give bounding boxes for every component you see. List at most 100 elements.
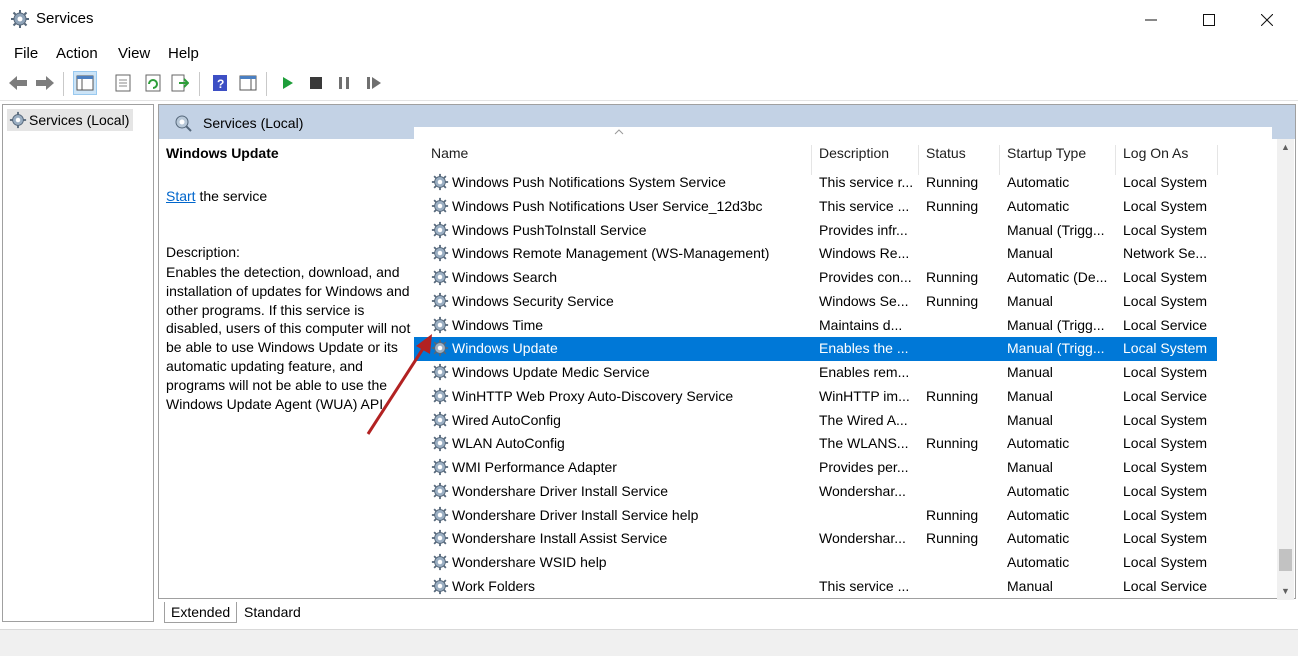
cell-name: Windows PushToInstall Service (452, 221, 647, 238)
menu-bar: File Action View Help (0, 41, 1298, 65)
table-row[interactable]: WMI Performance Adapter Provides per... Ma… (414, 456, 1217, 480)
cell-logon: Network Se... (1123, 245, 1208, 262)
minimize-button[interactable] (1122, 0, 1180, 40)
pause-service-button[interactable] (332, 71, 356, 95)
table-row[interactable]: Wired AutoConfig The Wired A... Manual Loca… (414, 409, 1217, 433)
stop-service-icon (310, 77, 322, 89)
column-log-on-as[interactable]: Log On As (1123, 145, 1188, 161)
toolbar: ? (0, 68, 1298, 101)
description-label: Description: (166, 244, 240, 260)
back-button[interactable] (6, 71, 30, 95)
column-separator (1217, 145, 1218, 175)
tree-node-services-local[interactable]: Services (Local) (7, 109, 134, 131)
cell-logon: Local System (1123, 197, 1208, 214)
export-list-button[interactable] (168, 71, 192, 95)
restart-service-button[interactable] (362, 71, 386, 95)
cell-status: Running (926, 197, 979, 214)
table-row[interactable]: WinHTTP Web Proxy Auto-Discovery Service… (414, 385, 1217, 409)
column-name[interactable]: Name (431, 145, 468, 161)
properties-icon (115, 74, 131, 92)
column-startup-type[interactable]: Startup Type (1007, 145, 1086, 161)
cell-logon: Local System (1123, 269, 1208, 285)
table-row[interactable]: Wondershare Install Assist Service Wonder… (414, 527, 1217, 551)
cell-status: Running (926, 530, 979, 547)
start-service-icon (283, 77, 293, 89)
scroll-down-icon[interactable]: ▼ (1277, 583, 1294, 600)
table-row[interactable]: Wondershare Driver Install Service help R… (414, 504, 1217, 528)
cell-status: Running (926, 387, 979, 404)
properties-button[interactable] (111, 71, 135, 95)
refresh-button[interactable] (141, 71, 165, 95)
main-header-title: Services (Local) (203, 115, 304, 131)
service-gear-icon (431, 292, 449, 309)
search-services-icon (175, 115, 192, 132)
table-row[interactable]: Work Folders This service ... Manual Local … (414, 575, 1217, 599)
cell-description: This service ... (819, 197, 910, 214)
selected-service-name: Windows Update (166, 145, 279, 161)
cell-startup: Manual (1007, 459, 1053, 475)
menu-file[interactable]: File (14, 45, 38, 62)
console-tree: Services (Local) (2, 104, 154, 622)
table-row[interactable]: Windows Update Enables the ... Manual (Tri… (414, 337, 1217, 361)
menu-help[interactable]: Help (168, 45, 199, 62)
table-row[interactable]: Windows Search Provides con... Running Auto… (414, 266, 1217, 290)
menu-view[interactable]: View (118, 45, 150, 62)
cell-status: Running (926, 292, 979, 309)
toolbar-separator (199, 72, 200, 96)
cell-logon: Local Service (1123, 316, 1208, 333)
status-bar (0, 629, 1298, 656)
vertical-scrollbar[interactable]: ▲ ▼ (1277, 139, 1294, 600)
table-row[interactable]: Wondershare WSID help Automatic Local Syst… (414, 551, 1217, 575)
column-description[interactable]: Description (819, 145, 889, 161)
cell-description: Maintains d... (819, 316, 903, 333)
table-row[interactable]: Windows Push Notifications User Service_… (414, 195, 1217, 219)
table-row[interactable]: Windows Update Medic Service Enables rem.… (414, 361, 1217, 385)
cell-name: Wired AutoConfig (452, 411, 561, 428)
cell-logon: Local System (1123, 435, 1208, 452)
table-row[interactable]: Windows PushToInstall Service Provides in… (414, 219, 1217, 243)
column-status[interactable]: Status (926, 145, 966, 161)
toolbar-separator (266, 72, 267, 96)
minimize-icon (1145, 19, 1157, 21)
restart-service-icon (367, 77, 381, 89)
cell-description: Wondershar... (819, 482, 906, 499)
stop-service-button[interactable] (304, 71, 328, 95)
cell-logon: Local System (1123, 482, 1208, 499)
start-service-button[interactable] (276, 71, 300, 95)
close-button[interactable] (1238, 0, 1296, 40)
table-row[interactable]: Windows Remote Management (WS-Management… (414, 242, 1217, 266)
main-pane: Services (Local) Windows Update Start th… (158, 104, 1296, 600)
cell-name: Windows Update (452, 340, 558, 357)
service-detail-pane: Windows Update Start the service Descrip… (166, 145, 416, 412)
help-button[interactable]: ? (208, 71, 232, 95)
table-row[interactable]: Wondershare Driver Install Service Wonder… (414, 480, 1217, 504)
scroll-thumb[interactable] (1279, 549, 1292, 571)
tab-standard[interactable]: Standard (238, 602, 307, 622)
cell-description: This service r... (819, 174, 914, 190)
table-row[interactable]: Windows Time Maintains d... Manual (Trigg.… (414, 314, 1217, 338)
show-hide-console-tree-button[interactable] (73, 71, 97, 95)
service-gear-icon (431, 245, 449, 262)
show-hide-action-pane-button[interactable] (236, 71, 260, 95)
show-hide-console-tree-icon (76, 75, 94, 91)
tree-node-label: Services (Local) (29, 112, 130, 128)
cell-name: Windows Search (452, 269, 558, 285)
cell-description: Windows Se... (819, 292, 909, 309)
cell-name: Work Folders (452, 577, 535, 594)
menu-action[interactable]: Action (56, 45, 98, 62)
service-gear-icon (431, 197, 449, 214)
maximize-button[interactable] (1180, 0, 1238, 40)
forward-button[interactable] (33, 71, 57, 95)
show-hide-action-pane-icon (239, 75, 257, 91)
service-gear-icon (431, 173, 449, 191)
tab-extended[interactable]: Extended (164, 602, 238, 623)
table-row[interactable]: Windows Security Service Windows Se... Run… (414, 290, 1217, 314)
cell-startup: Automatic (1007, 530, 1070, 547)
start-service-link[interactable]: Start (166, 188, 196, 204)
cell-startup: Automatic (1007, 174, 1070, 190)
table-row[interactable]: Windows Push Notifications System Servic… (414, 171, 1217, 195)
table-row[interactable]: WLAN AutoConfig The WLANS... Running Automa… (414, 432, 1217, 456)
cell-name: WLAN AutoConfig (452, 435, 565, 452)
scroll-up-icon[interactable]: ▲ (1277, 139, 1294, 156)
cell-name: Wondershare Install Assist Service (452, 530, 668, 547)
